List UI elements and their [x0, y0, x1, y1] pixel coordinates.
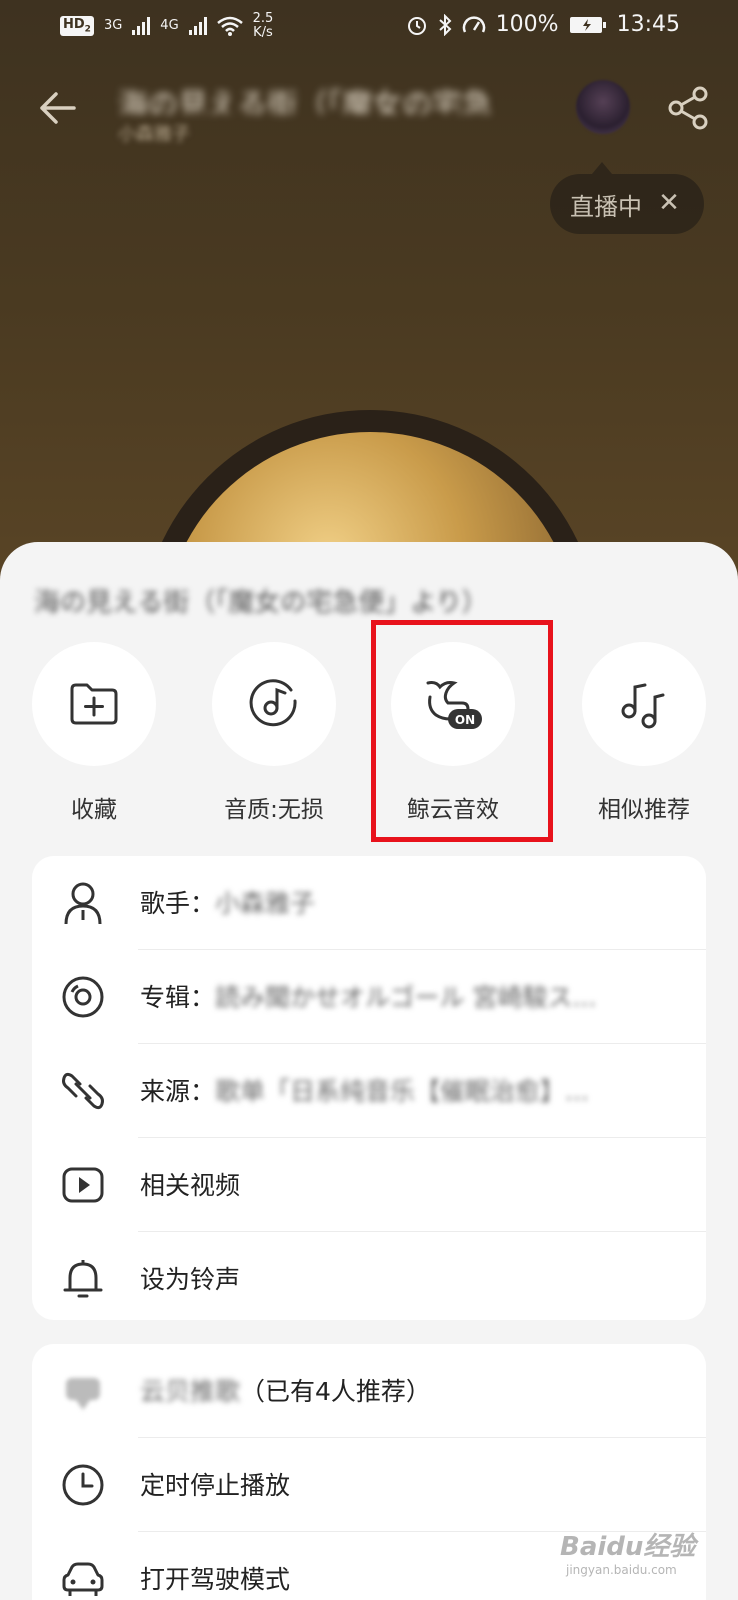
collect-button[interactable]: 收藏	[32, 642, 156, 824]
quality-button[interactable]: 音质:无损	[212, 642, 336, 824]
similar-label: 相似推荐	[598, 797, 690, 823]
speedometer-icon	[462, 15, 485, 33]
person-icon	[64, 882, 102, 925]
singer-prefix: 歌手：	[140, 889, 216, 918]
sheet-song-title: 海の見える街（「魔女の宅急便」より）	[34, 588, 488, 614]
watermark-brand: Baidu经验	[560, 1532, 696, 1562]
network-3g: 3G	[103, 18, 123, 33]
music-disc-icon	[249, 679, 297, 727]
signal-icon	[132, 17, 151, 35]
album-value: 読み聞かせオルゴール 宮崎駿ス...	[215, 983, 597, 1012]
status-bar: HD2 3G 4G 2.5 K/s 100% 13:45	[0, 0, 738, 56]
folder-plus-icon	[70, 683, 118, 725]
song-info-card: 歌手：小森雅子 专辑：読み聞かせオルゴール 宮崎駿ス... 来源：歌单「日系纯音…	[32, 856, 706, 1320]
player-header: 海の見える街（「魔女の宅急 小森雅子	[0, 70, 738, 150]
ringtone-label: 设为铃声	[140, 1265, 241, 1294]
singer-row[interactable]: 歌手：小森雅子	[32, 856, 706, 950]
quality-circle	[212, 642, 336, 766]
clock-time: 13:45	[616, 12, 680, 37]
source-row[interactable]: 来源：歌单「日系纯音乐【催眠治愈】...	[32, 1044, 706, 1138]
live-indicator[interactable]: 直播中 ✕	[550, 162, 704, 234]
singer-value: 小森雅子	[215, 889, 316, 918]
avatar[interactable]	[576, 80, 630, 134]
share-icon[interactable]	[664, 84, 712, 132]
promote-icon	[66, 1378, 100, 1410]
similar-circle	[582, 642, 706, 766]
similar-recommend-button[interactable]: 相似推荐	[582, 642, 706, 824]
related-video-row[interactable]: 相关视频	[32, 1138, 706, 1232]
music-notes-icon	[621, 683, 665, 729]
more-options-sheet: 海の見える街（「魔女の宅急便」より） 收藏 音质:无损 ON 鲸云音效 相似推荐	[0, 542, 738, 1600]
watermark-logo: Baidu经验 jingyan.baidu.com	[560, 1526, 695, 1577]
clock-icon	[62, 1464, 104, 1506]
bluetooth-icon	[439, 13, 452, 36]
artist-name[interactable]: 小森雅子	[118, 120, 258, 145]
alarm-icon	[407, 16, 426, 35]
wifi-icon	[216, 16, 243, 36]
highlight-box	[371, 620, 553, 842]
close-icon[interactable]: ✕	[654, 188, 684, 218]
battery-icon	[569, 16, 606, 33]
watermark-url: jingyan.baidu.com	[566, 1563, 677, 1577]
promote-row[interactable]: 云贝推歌（已有4人推荐）	[32, 1344, 706, 1438]
collect-circle	[32, 642, 156, 766]
source-prefix: 来源：	[140, 1077, 216, 1106]
live-label: 直播中	[570, 192, 642, 221]
signal-icon	[188, 17, 207, 35]
promote-label: 云贝推歌	[140, 1377, 241, 1406]
quality-label: 音质:无损	[224, 797, 324, 823]
driving-mode-label: 打开驾驶模式	[140, 1565, 291, 1594]
hd-indicator: HD2	[60, 16, 94, 36]
sleep-timer-label: 定时停止播放	[140, 1471, 291, 1500]
link-icon	[62, 1072, 104, 1110]
sleep-timer-row[interactable]: 定时停止播放	[32, 1438, 706, 1532]
back-arrow-icon[interactable]	[34, 84, 82, 132]
album-prefix: 专辑：	[140, 983, 216, 1012]
action-row: 收藏 音质:无损 ON 鲸云音效 相似推荐	[0, 642, 738, 824]
bell-icon	[63, 1260, 103, 1298]
related-video-label: 相关视频	[140, 1171, 241, 1200]
album-icon	[62, 976, 104, 1018]
ringtone-row[interactable]: 设为铃声	[32, 1232, 706, 1326]
collect-label: 收藏	[71, 797, 117, 823]
promote-count: （已有4人推荐）	[240, 1377, 431, 1406]
video-icon	[62, 1167, 104, 1203]
network-4g: 4G	[160, 18, 179, 33]
battery-percent: 100%	[495, 12, 559, 37]
song-title: 海の見える街（「魔女の宅急	[118, 88, 493, 114]
album-row[interactable]: 专辑：読み聞かせオルゴール 宮崎駿ス...	[32, 950, 706, 1044]
network-speed: 2.5 K/s	[252, 11, 274, 40]
car-icon	[62, 1562, 104, 1596]
source-value: 歌单「日系纯音乐【催眠治愈】...	[215, 1077, 589, 1106]
